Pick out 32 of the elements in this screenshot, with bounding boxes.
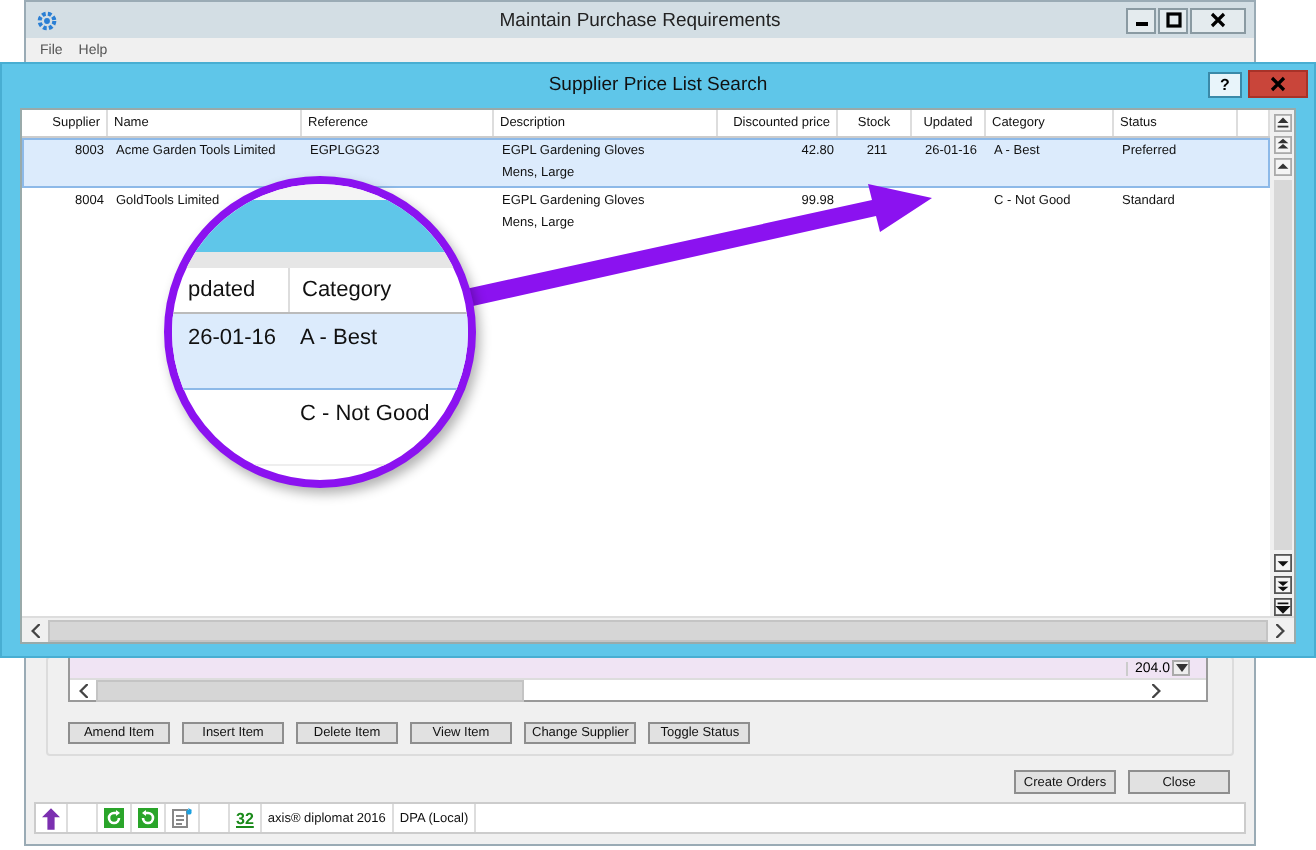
close-icon bbox=[1270, 76, 1286, 92]
scroll-bottom-icon[interactable] bbox=[1273, 598, 1291, 616]
column-header: pdated bbox=[172, 268, 290, 312]
scroll-thumb[interactable] bbox=[48, 619, 1268, 641]
column-header: Category bbox=[300, 276, 392, 306]
scroll-thumb[interactable] bbox=[1273, 180, 1291, 550]
minimize-button[interactable] bbox=[1126, 7, 1156, 33]
document-icon[interactable] bbox=[172, 808, 192, 828]
count-link[interactable]: 32 bbox=[236, 809, 254, 827]
horizontal-scrollbar[interactable] bbox=[22, 616, 1294, 642]
vertical-scrollbar[interactable] bbox=[1270, 110, 1294, 616]
page-down-icon[interactable] bbox=[1273, 576, 1291, 594]
maximize-icon bbox=[1165, 12, 1181, 28]
table-cell: C - Not Good bbox=[300, 402, 430, 426]
dialog-title: Supplier Price List Search bbox=[548, 73, 768, 95]
close-icon bbox=[1210, 12, 1226, 28]
help-button[interactable]: ? bbox=[1208, 71, 1242, 97]
scroll-top-icon[interactable] bbox=[1273, 114, 1291, 132]
close-button[interactable] bbox=[1190, 7, 1246, 33]
refresh-icon[interactable] bbox=[104, 808, 124, 828]
gear-icon[interactable] bbox=[36, 9, 58, 31]
scroll-thumb[interactable] bbox=[96, 679, 524, 701]
maximize-button[interactable] bbox=[1158, 7, 1188, 33]
dropdown-button[interactable] bbox=[1172, 660, 1190, 676]
table-cell: 26-01-16 bbox=[188, 326, 277, 350]
caret-icon bbox=[1175, 664, 1187, 672]
refresh-icon[interactable] bbox=[138, 808, 158, 828]
window-title: Maintain Purchase Requirements bbox=[499, 9, 781, 31]
horizontal-scrollbar[interactable] bbox=[70, 678, 1206, 700]
page-up-icon[interactable] bbox=[1273, 136, 1291, 154]
up-arrow-icon[interactable] bbox=[42, 807, 60, 829]
table-cell: A - Best bbox=[300, 326, 378, 350]
